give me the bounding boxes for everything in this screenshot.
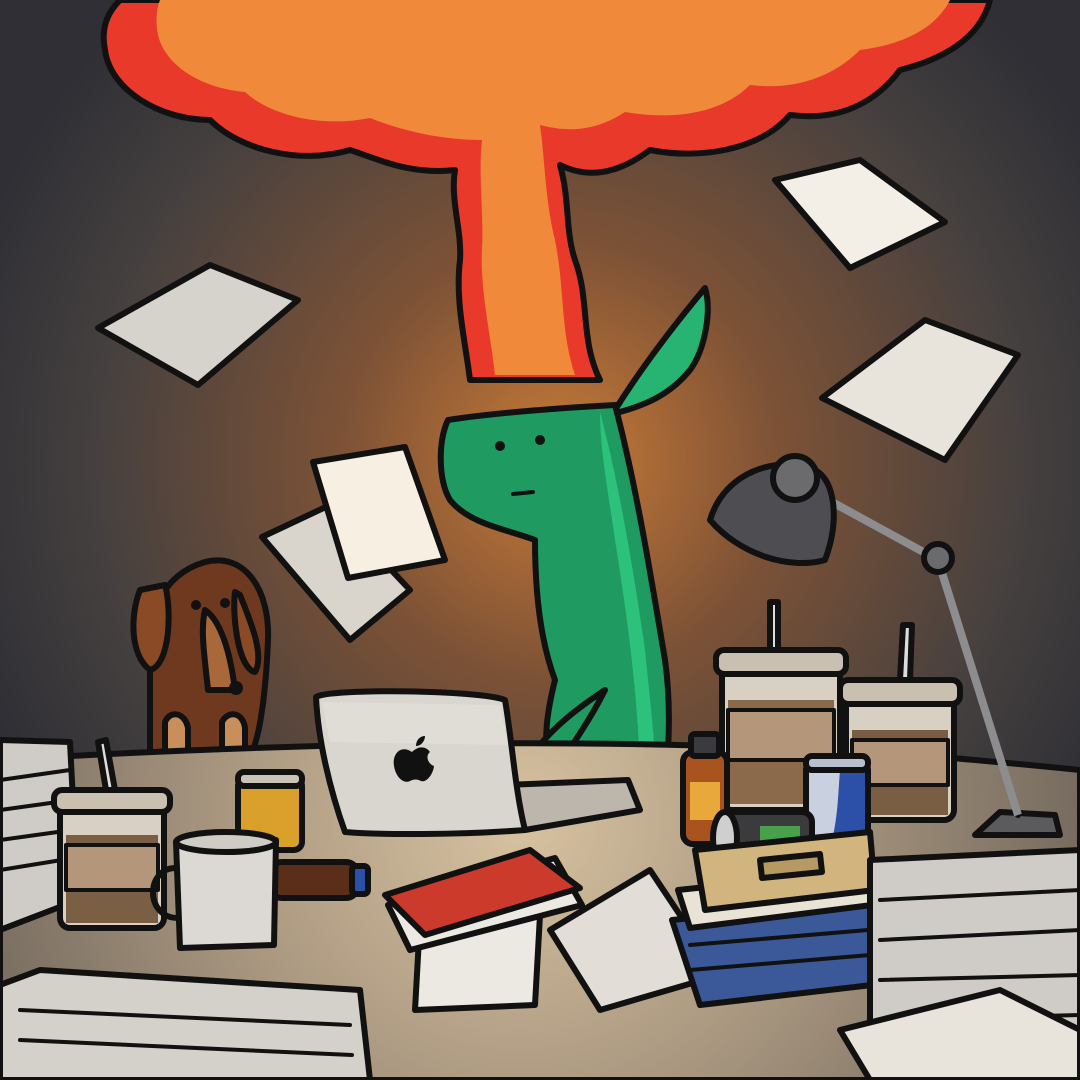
book-stack-icon (669, 829, 878, 1008)
paper-sheet-icon (0, 967, 373, 1080)
dog-figure-icon (130, 557, 272, 758)
scene-canvas (0, 0, 1080, 1080)
paper-stack-right (837, 847, 1080, 1080)
bottle-icon (267, 859, 371, 901)
illustration-scene (0, 0, 1080, 1080)
